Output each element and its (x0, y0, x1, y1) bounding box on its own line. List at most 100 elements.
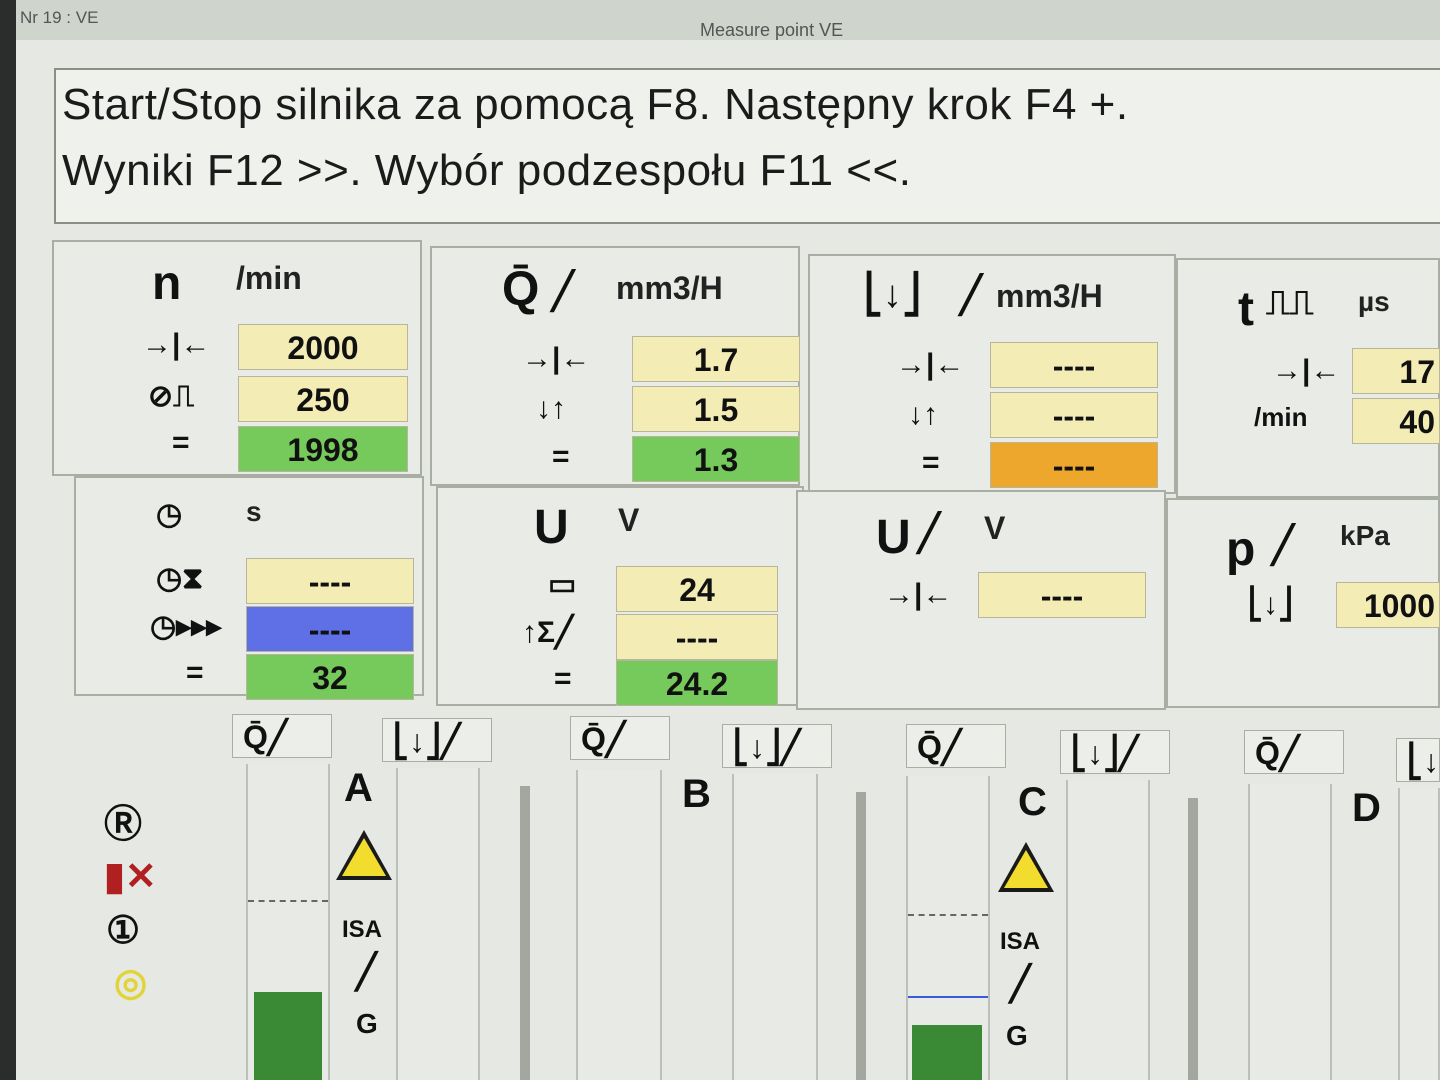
speed-symbol: n (152, 257, 182, 310)
clock-icon: ◷ (156, 498, 183, 531)
voltage-unit: V (618, 502, 640, 538)
counter-icon[interactable]: ① (106, 912, 140, 950)
time-timer: ---- (246, 558, 414, 604)
voltage-actual: 24.2 (616, 660, 778, 706)
voltage-battery: 24 (616, 566, 778, 612)
qmean-equals-icon: = (552, 440, 570, 473)
monitor-bezel (0, 0, 16, 1080)
speed-setpoint: 2000 (238, 324, 408, 370)
column-c-return-header: ⎣↓⎦╱ (1060, 730, 1170, 774)
clock-fast-icon: ◷▸▸▸ (150, 610, 222, 643)
qmean-unit: mm3/H (616, 270, 723, 306)
battery-icon: ▭ (548, 568, 577, 601)
column-a-isa: ISA (342, 916, 383, 943)
setpoint-arrows-icon: →|← (142, 328, 211, 361)
qreturn-lower: ---- (990, 392, 1158, 438)
speed-actual: 1998 (238, 426, 408, 472)
qmean-panel: Q̄ ╱ mm3/H →|← 1.7 ↓↑ 1.5 = 1.3 (430, 246, 800, 486)
uinj-symbol: U (876, 511, 911, 564)
column-a-limit-line (248, 900, 328, 902)
column-c-g: G (1006, 1020, 1028, 1051)
pulse-rate-unit: /min (1254, 402, 1308, 432)
pulse-wave-icon: ⎍⎍ (1266, 284, 1314, 322)
qmean-actual: 1.3 (632, 436, 800, 482)
speed-panel: n /min →|← 2000 ⊘⎍ 250 = 1998 (52, 240, 422, 476)
time-fast: ---- (246, 606, 414, 652)
voltage-equals-icon: = (554, 662, 572, 695)
pulse-setpoint-icon: →|← (1272, 354, 1341, 387)
pulse-panel: t ⎍⎍ µs →|← 17 /min 40 (1176, 258, 1440, 498)
time-panel: ◷ s ◷⧗ ---- ◷▸▸▸ ---- = 32 (74, 476, 424, 700)
voltage-panel: U V ▭ 24 ↑Σ╱ ---- = 24.2 (436, 486, 804, 706)
column-c-actual-line (908, 996, 988, 998)
column-c-q-header: Q̄╱ (906, 724, 1006, 768)
column-d-return-bar (1398, 788, 1440, 1080)
qreturn-lower-icon: ↓↑ (908, 398, 938, 431)
tolerance-icon: ⊘⎍ (148, 380, 195, 413)
warning-icon-c (998, 842, 1054, 892)
pulse-unit: µs (1358, 286, 1390, 317)
qreturn-setpoint-icon: →|← (896, 348, 965, 381)
column-a-divider (520, 786, 530, 1080)
speed-tolerance: 250 (238, 376, 408, 422)
column-b-return-bar (732, 774, 818, 1080)
column-c-letter: C (1018, 780, 1047, 824)
qmean-lower-icon: ↓↑ (536, 392, 566, 425)
window-tag: Nr 19 : VE (20, 8, 99, 27)
time-equals-icon: = (186, 656, 204, 689)
pressure-unit: kPa (1340, 520, 1390, 551)
column-c-divider (1188, 798, 1198, 1080)
column-a-return-bar (396, 768, 480, 1080)
column-c-fill (912, 1025, 982, 1080)
qreturn-actual: ---- (990, 442, 1158, 488)
reset-icon[interactable]: Ⓡ (104, 806, 142, 844)
title-bar: Nr 19 : VE Measure point VE (16, 0, 1440, 42)
pressure-value: 1000 (1336, 582, 1440, 628)
qreturn-panel: ⎣↓⎦ ╱ mm3/H →|← ---- ↓↑ ---- = ---- (808, 254, 1176, 494)
column-d-return-header: ⎣↓ (1396, 738, 1440, 782)
column-a-return-header: ⎣↓⎦╱ (382, 718, 492, 762)
equals-icon: = (172, 426, 190, 459)
time-unit: s (246, 496, 262, 527)
uinj-panel: U ╱ V →|← ---- (796, 490, 1166, 710)
pulse-rate: 40 (1352, 398, 1440, 444)
pressure-injector-icon: ╱ (1272, 524, 1294, 565)
column-b-return-header: ⎣↓⎦╱ (722, 724, 832, 768)
column-a-q-bar (246, 764, 330, 1080)
injector-icon: ╱ (552, 270, 574, 311)
qreturn-setpoint: ---- (990, 342, 1158, 388)
instruction-line-2: Wyniki F12 >>. Wybór podzespołu F11 <<. (62, 146, 912, 195)
column-a-injector-icon: ╱ (356, 953, 377, 991)
return-flow-icon: ⎣↓⎦ (864, 274, 921, 316)
column-b-divider (856, 792, 866, 1080)
uinj-setpoint: ---- (978, 572, 1146, 618)
column-c-limit-line (908, 914, 988, 916)
instruction-message: Start/Stop silnika za pomocą F8. Następn… (54, 68, 1440, 224)
column-c-isa: ISA (1000, 928, 1041, 955)
column-a-fill (254, 991, 322, 1080)
uinj-unit: V (984, 510, 1006, 546)
qmean-setpoint-icon: →|← (522, 342, 591, 375)
column-c-injector-icon: ╱ (1010, 965, 1031, 1003)
yellow-status-icon: ◎ (114, 962, 148, 1004)
warning-icon-a (336, 830, 392, 880)
qmean-lower: 1.5 (632, 386, 800, 432)
column-b-q-header: Q̄╱ (570, 716, 670, 760)
time-actual: 32 (246, 654, 414, 700)
pulse-symbol: t (1238, 283, 1254, 336)
column-a-q-header: Q̄╱ (232, 714, 332, 758)
qreturn-injector-icon: ╱ (960, 274, 982, 315)
uinj-injector-icon: ╱ (918, 512, 940, 553)
pressure-symbol: p (1226, 523, 1256, 576)
clock-hourglass-icon: ◷⧗ (156, 562, 204, 595)
column-d-letter: D (1352, 786, 1381, 830)
qmean-symbol: Q̄ (502, 263, 540, 316)
column-d-q-bar (1248, 784, 1332, 1080)
column-a-g: G (356, 1008, 378, 1039)
qreturn-equals-icon: = (922, 446, 940, 479)
injector-off-icon[interactable]: ▮✕ (104, 858, 157, 896)
voltage-symbol: U (534, 501, 569, 554)
pressure-return-icon: ⎣↓⎦ (1248, 588, 1293, 621)
window-title: Measure point VE (700, 20, 844, 40)
pressure-panel: p ╱ kPa ⎣↓⎦ 1000 (1166, 498, 1440, 708)
